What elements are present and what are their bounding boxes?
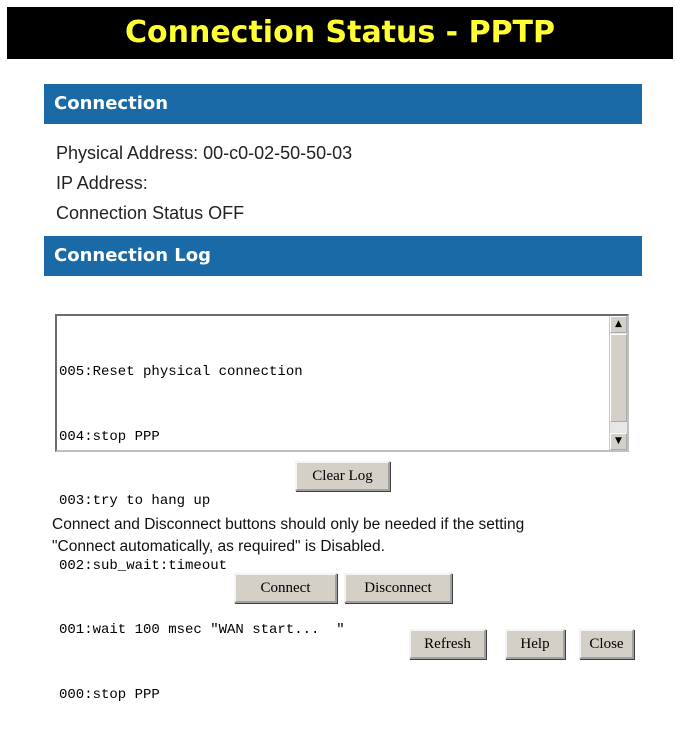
note-line-2: "Connect automatically, as required" is … [52, 538, 385, 555]
log-line: 000:stop PPP [59, 686, 160, 703]
log-line: 003:try to hang up [59, 493, 211, 509]
scroll-up-arrow-icon[interactable]: ▲ [610, 316, 627, 333]
log-line: 004:stop PPP [59, 428, 160, 445]
scroll-thumb[interactable] [610, 334, 627, 422]
note-line-1: Connect and Disconnect buttons should on… [52, 516, 525, 533]
connection-section-header: Connection [44, 84, 642, 124]
log-line: 001:wait 100 msec "WAN start... " [59, 622, 345, 638]
log-scrollbar[interactable]: ▲ ▼ [609, 316, 627, 450]
physical-address: Physical Address: 00-c0-02-50-50-03 [56, 143, 353, 163]
connection-log-header: Connection Log [44, 236, 642, 276]
close-button[interactable]: Close [579, 629, 634, 659]
refresh-button[interactable]: Refresh [409, 629, 486, 659]
page-title: Connection Status - PPTP [7, 7, 673, 59]
connection-log-textarea[interactable]: 005:Reset physical connection 004:stop P… [55, 314, 629, 703]
connection-status: Connection Status OFF [56, 203, 245, 223]
help-button[interactable]: Help [505, 629, 565, 659]
ip-address: IP Address: [56, 173, 148, 193]
disconnect-button[interactable]: Disconnect [344, 573, 452, 603]
log-line: 005:Reset physical connection [59, 364, 303, 380]
clear-log-button[interactable]: Clear Log [295, 461, 390, 491]
connect-note: Connect and Disconnect buttons should on… [52, 514, 642, 558]
connect-button[interactable]: Connect [234, 573, 337, 603]
scroll-down-arrow-icon[interactable]: ▼ [610, 433, 627, 450]
